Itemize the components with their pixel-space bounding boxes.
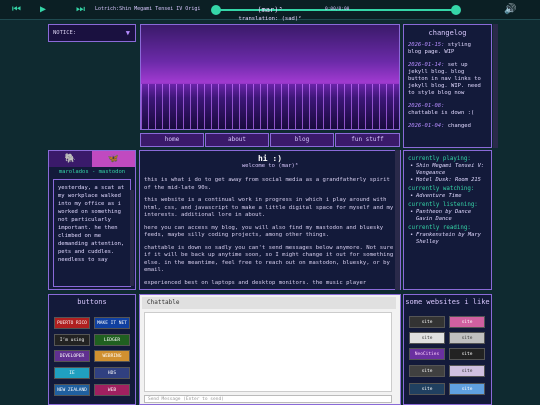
web-button[interactable]: WEBRING [94, 350, 130, 362]
watching-heading: currently watching: [408, 186, 475, 192]
website-button[interactable]: site [449, 383, 485, 395]
nav-about[interactable]: about [205, 133, 269, 147]
about-paragraph: this website is a continual work in prog… [144, 197, 394, 218]
status-panel: currently playing: Shin Megami Tensei V:… [403, 150, 492, 290]
welcome-text: welcome to (mar)³ [241, 163, 299, 169]
feed-tabs: 🐘 🦋 [49, 151, 135, 167]
volume-handle[interactable] [451, 5, 461, 15]
websites-title: some websites i like [405, 298, 490, 306]
blog-paragraph: here you can access my blog, you will al… [144, 224, 384, 239]
play-icon[interactable]: ▶ [40, 0, 46, 20]
content-scrollbar[interactable] [395, 150, 400, 290]
city-skyline-image [141, 84, 399, 129]
changelog-entry: 2026-01-08: chattable is down :( [404, 103, 491, 117]
chat-messages [144, 312, 392, 392]
list-item: Adventure Time [408, 193, 487, 200]
experience-paragraph: experienced best on laptops and desktop … [144, 279, 367, 286]
list-item: Pantheon by Dance Gavin Dance [408, 209, 487, 223]
site-subtitle: translation: (sad)² [238, 16, 302, 22]
nav-home[interactable]: home [140, 133, 204, 147]
mastodon-feed: 🐘 🦋 marolados - mastodon yesterday, a sc… [48, 150, 136, 290]
next-track-icon[interactable]: ⏭ [76, 0, 85, 20]
nav-fun-stuff[interactable]: fun stuff [335, 133, 400, 147]
web-button[interactable]: DEVELOPER [54, 350, 90, 362]
notice-label: NOTICE: [53, 30, 77, 36]
changelog-panel: changelog 2026-01-15: styling blog page.… [403, 24, 492, 148]
website-button[interactable]: site [409, 332, 445, 344]
website-button[interactable]: site [449, 316, 485, 328]
website-button[interactable]: site [409, 383, 445, 395]
web-button[interactable]: PUERTO RICO [54, 317, 90, 329]
website-button[interactable]: site [449, 332, 485, 344]
list-item: Frankenstein by Mary Shelley [408, 232, 487, 246]
entry-date: 2026-01-14: [408, 62, 445, 68]
web-button[interactable]: WEB [94, 384, 130, 396]
changelog-entry: 2026-01-15: styling blog page. WIP [404, 42, 491, 56]
feed-scrollbar[interactable] [130, 190, 134, 286]
changelog-entry: 2026-01-04: changed [404, 123, 491, 130]
volume-icon[interactable]: 🔊 [504, 0, 516, 20]
changelog-title: changelog [428, 29, 467, 37]
intro-paragraph: this is what i do to get away from socia… [144, 177, 390, 191]
entry-date: 2026-01-15: [408, 42, 445, 48]
mastodon-tab-icon[interactable]: 🐘 [49, 151, 92, 167]
entry-date: 2026-01-04: [408, 123, 445, 129]
notice-dropdown[interactable]: NOTICE: ▼ [48, 24, 136, 42]
website-button[interactable]: site [409, 316, 445, 328]
web-button[interactable]: NEW ZEALAND [54, 384, 90, 396]
web-button[interactable]: I’m using [54, 334, 90, 346]
site-title: (mar)³ [257, 6, 283, 14]
header-banner [140, 24, 400, 130]
entry-text: chattable is down :( [408, 110, 475, 116]
list-item: Shin Megami Tensei V: Vengeance [408, 163, 487, 177]
page-heading: hi :) [257, 154, 283, 163]
chattable-notice: chattable is down so sadly you can't sen… [144, 244, 394, 274]
website-button[interactable]: site [409, 365, 445, 377]
previous-track-icon[interactable]: ⏮ [12, 0, 21, 20]
chevron-down-icon: ▼ [125, 29, 130, 37]
web-button[interactable]: MAKE IT NET [94, 317, 130, 329]
entry-date: 2026-01-08: [408, 103, 445, 109]
changelog-scrollbar[interactable] [493, 24, 498, 148]
changelog-entry: 2026-01-14: set up jekyll blog. blog but… [404, 62, 491, 97]
bluesky-tab-icon[interactable]: 🦋 [92, 151, 135, 167]
entry-text: changed [447, 123, 471, 129]
nav-blog[interactable]: blog [270, 133, 334, 147]
list-item: Hotel Dusk: Room 215 [408, 177, 487, 184]
web-button[interactable]: HDS [94, 367, 130, 379]
buttons-title: buttons [77, 298, 107, 306]
web-button[interactable]: LEDGER [94, 334, 130, 346]
chat-input[interactable]: Send Message (Enter to send) [144, 395, 392, 403]
playing-heading: currently playing: [408, 156, 471, 162]
web-button[interactable]: IE [54, 367, 90, 379]
listening-heading: currently listening: [408, 202, 478, 208]
website-button[interactable]: site [449, 348, 485, 360]
main-content: hi :) welcome to (mar)³ this is what i d… [139, 150, 401, 290]
chat-title: Chattable [142, 297, 396, 309]
feed-heading: marolados - mastodon [58, 169, 126, 175]
reading-heading: currently reading: [408, 225, 471, 231]
feed-post: yesterday, a scat at my workplace walked… [53, 179, 131, 287]
website-button[interactable]: NeoCities [409, 348, 445, 360]
website-button[interactable]: site [449, 365, 485, 377]
